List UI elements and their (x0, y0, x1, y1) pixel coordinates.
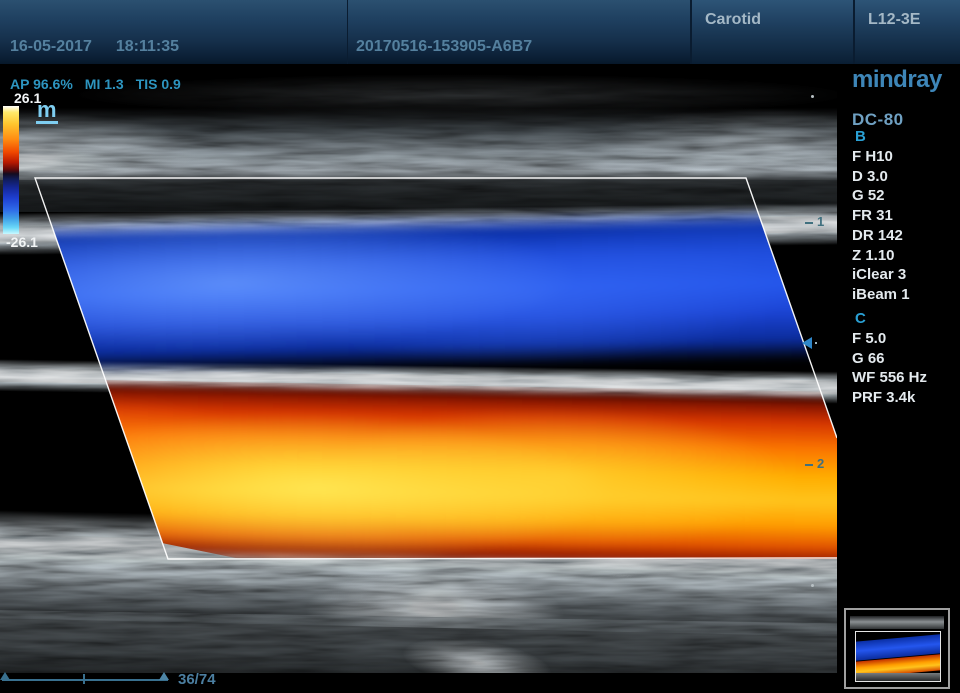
b-param-ibeam: iBeam 1 (852, 285, 910, 305)
study-id: 20170516-153905-A6B7 (356, 38, 532, 56)
b-param-gain: G 52 (852, 186, 910, 206)
exam-preset-tab[interactable]: Carotid (690, 0, 853, 64)
depth-tick-minor (811, 584, 814, 587)
b-mode-param-list: F H10 D 3.0 G 52 FR 31 DR 142 Z 1.10 iCl… (852, 147, 910, 305)
b-mode-section-label: B (855, 128, 866, 145)
b-param-depth: D 3.0 (852, 167, 910, 187)
c-mode-param-list: F 5.0 G 66 WF 556 Hz PRF 3.4k (852, 329, 927, 407)
exam-time: 18:11:35 (116, 38, 179, 56)
depth-label-2: 2 (817, 456, 824, 471)
b-param-zoom: Z 1.10 (852, 246, 910, 266)
c-param-frequency: F 5.0 (852, 329, 927, 349)
cine-progress-bar[interactable]: 36/74 (0, 670, 250, 688)
color-scale-min-value: -26.1 (6, 234, 38, 250)
c-param-prf: PRF 3.4k (852, 388, 927, 408)
cine-thumbnail[interactable] (844, 608, 950, 689)
exam-preset-label: Carotid (705, 11, 761, 28)
top-status-bar: 16-05-2017 18:11:35 20170516-153905-A6B7… (0, 0, 960, 64)
cine-mid-tick (83, 674, 85, 684)
c-mode-section-label: C (855, 310, 866, 327)
parameter-sidebar: mindray DC-80 B F H10 D 3.0 G 52 FR 31 D… (837, 64, 960, 693)
system-model: DC-80 (852, 110, 904, 130)
depth-tick-2 (805, 464, 813, 466)
cine-frame-counter: 36/74 (178, 671, 216, 688)
mindray-brand-logo: mindray (852, 66, 942, 94)
c-param-wall-filter: WF 556 Hz (852, 368, 927, 388)
transducer-label: L12-3E (868, 11, 920, 28)
thermal-index-value: TIS 0.9 (136, 76, 181, 92)
cine-track[interactable] (2, 679, 168, 681)
transducer-tab[interactable]: L12-3E (853, 0, 960, 64)
b-param-dynamic-range: DR 142 (852, 226, 910, 246)
study-id-section: 20170516-153905-A6B7 (347, 0, 690, 64)
color-scale-bar (3, 106, 19, 234)
depth-label-1: 1 (817, 214, 824, 229)
thumbnail-tissue-top (850, 616, 944, 629)
depth-tick-minor (811, 95, 814, 98)
exam-date: 16-05-2017 (10, 38, 92, 56)
thumbnail-tissue-bottom (856, 673, 940, 681)
focus-dot (815, 342, 817, 344)
color-roi-outline (0, 64, 837, 693)
ultrasound-image-area[interactable]: AP 96.6% MI 1.3 TIS 0.9 26.1 m -26.1 1 2 (0, 64, 837, 693)
b-param-iclear: iClear 3 (852, 265, 910, 285)
datetime-section: 16-05-2017 18:11:35 (0, 0, 347, 64)
ultrasound-screen: 16-05-2017 18:11:35 20170516-153905-A6B7… (0, 0, 960, 693)
thumbnail-roi-box (855, 631, 941, 682)
depth-tick-1 (805, 222, 813, 224)
focus-position-icon (802, 337, 812, 349)
mechanical-index-value: MI 1.3 (85, 76, 124, 92)
b-param-frequency: F H10 (852, 147, 910, 167)
c-param-gain: G 66 (852, 349, 927, 369)
main-content: AP 96.6% MI 1.3 TIS 0.9 26.1 m -26.1 1 2 (0, 64, 960, 693)
cine-position-marker[interactable] (159, 672, 169, 680)
b-param-frame-rate: FR 31 (852, 206, 910, 226)
mindray-m-logo-icon: m (36, 100, 58, 124)
